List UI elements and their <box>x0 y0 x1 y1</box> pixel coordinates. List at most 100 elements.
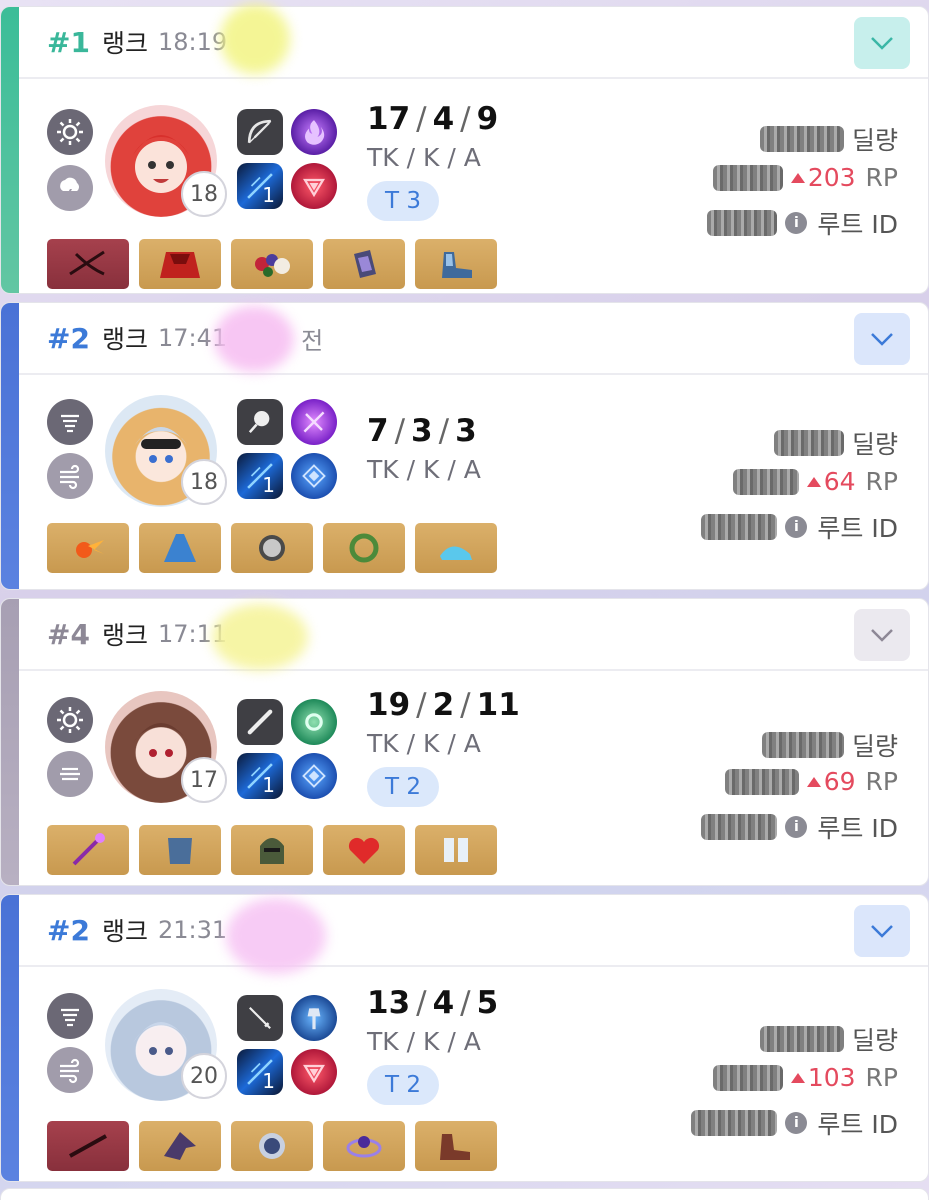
rp-label: RP <box>865 467 898 496</box>
rp-label: RP <box>865 163 898 192</box>
redacted-value <box>712 164 783 191</box>
blue-armor-icon <box>139 825 221 875</box>
knight-helm-icon <box>231 825 313 875</box>
damage-label: 딜량 <box>851 1026 898 1055</box>
expand-button[interactable] <box>854 17 910 69</box>
axe-skill-icon <box>291 995 337 1041</box>
white-boots-icon <box>415 825 497 875</box>
chevron-down-icon <box>871 37 893 50</box>
star-sticker <box>220 4 290 74</box>
rp-change: 203 <box>790 163 856 192</box>
redacted-value <box>761 732 844 758</box>
root-id-line[interactable]: i 루트 ID <box>691 1105 898 1141</box>
info-icon[interactable]: i <box>785 816 808 838</box>
redacted-value <box>691 1110 778 1136</box>
kda-tk: 19 <box>367 687 411 723</box>
root-id-line[interactable]: i 루트 ID <box>707 205 898 241</box>
match-card[interactable]: #1 랭크 18:19 18 1 17/4/9 TK / K / A T 3 딜… <box>0 6 929 294</box>
redacted-value <box>732 468 799 495</box>
fireball-icon <box>47 523 129 573</box>
match-card[interactable]: #2 랭크 21:31 20 1 13/4/5 TK / K / A T 2 딜… <box>0 894 929 1182</box>
kda-a: 3 <box>455 413 477 449</box>
weapon-skill-level: 1 <box>262 1069 275 1093</box>
flower-crown-icon <box>231 239 313 289</box>
rank-label: #4 <box>47 617 90 651</box>
damage-line: 딜량 <box>759 1021 898 1057</box>
flame-heart-icon <box>323 825 405 875</box>
blue-crest-icon <box>291 453 337 499</box>
chevron-down-icon <box>871 629 893 642</box>
rifle-icon <box>47 1121 129 1171</box>
weapon-skill-icon: 1 <box>237 753 283 799</box>
redacted-value <box>701 814 778 840</box>
red-cloak-icon <box>139 239 221 289</box>
character-level: 18 <box>181 171 227 217</box>
kda-score: 13/4/5 <box>367 985 499 1021</box>
rp-label: RP <box>865 767 898 796</box>
chevron-down-icon <box>871 333 893 346</box>
kda-score: 19/2/11 <box>367 687 520 723</box>
combat-boots-icon <box>415 1121 497 1171</box>
rp-line: 203 RP <box>712 163 898 192</box>
match-card[interactable]: #2 랭크 17:41 전 18 1 7/3/3 TK / K / A 딜량 6… <box>0 302 929 590</box>
rank-stripe <box>1 7 19 293</box>
rp-value: 103 <box>807 1063 856 1092</box>
rank-stripe <box>1 895 19 1181</box>
match-header: #4 랭크 17:11 <box>19 599 928 671</box>
tier-badge: T 2 <box>367 767 439 807</box>
redacted-value <box>712 1064 783 1091</box>
rank-stripe <box>1 303 19 589</box>
star-sticker <box>212 604 308 670</box>
character-level: 18 <box>181 459 227 505</box>
kda-k: 4 <box>432 985 455 1021</box>
thunderstorm-icon <box>47 165 93 211</box>
triangle-up-icon <box>790 1072 805 1083</box>
green-ring-skill-icon <box>291 699 337 745</box>
fog-icon <box>47 399 93 445</box>
root-id-label: 루트 ID <box>817 210 898 239</box>
rank-stripe <box>1 599 19 885</box>
expand-button[interactable] <box>854 609 910 661</box>
magnifier-icon <box>237 399 283 445</box>
triangle-up-icon <box>806 776 821 787</box>
next-match-card[interactable] <box>0 1188 929 1200</box>
root-id-line[interactable]: i 루트 ID <box>701 509 898 545</box>
info-icon[interactable]: i <box>785 516 808 538</box>
kda-label: TK / K / A <box>367 1027 481 1056</box>
red-triangle-icon <box>291 1049 337 1095</box>
heart-sticker <box>226 898 326 974</box>
rp-label: RP <box>865 1063 898 1092</box>
redacted-value <box>724 768 799 795</box>
kda-a: 11 <box>476 687 520 723</box>
dark-wing-icon <box>139 1121 221 1171</box>
game-mode: 랭크 <box>101 325 148 354</box>
info-icon[interactable]: i <box>785 1112 808 1134</box>
expand-button[interactable] <box>854 905 910 957</box>
match-time-suffix: 전 <box>301 326 324 355</box>
expand-button[interactable] <box>854 313 910 365</box>
kda-score: 7/3/3 <box>367 413 477 449</box>
rp-line: 64 RP <box>732 467 898 496</box>
kda-label: TK / K / A <box>367 455 481 484</box>
kda-k: 4 <box>432 101 455 137</box>
wind-icon <box>47 1047 93 1093</box>
fog-icon <box>47 993 93 1039</box>
damage-label: 딜량 <box>851 732 898 761</box>
orb-bracelet-icon <box>323 1121 405 1171</box>
scepter-icon <box>47 825 129 875</box>
weapon-skill-level: 1 <box>262 773 275 797</box>
kda-score: 17/4/9 <box>367 101 499 137</box>
root-id-line[interactable]: i 루트 ID <box>701 809 898 845</box>
game-mode: 랭크 <box>101 29 148 58</box>
info-icon[interactable]: i <box>785 212 808 234</box>
chevron-down-icon <box>871 925 893 938</box>
tier-badge: T 2 <box>367 1065 439 1105</box>
weapon-skill-level: 1 <box>262 473 275 497</box>
match-header: #1 랭크 18:19 <box>19 7 928 79</box>
blue-crest-icon <box>291 753 337 799</box>
kda-tk: 13 <box>367 985 411 1021</box>
bow-icon <box>237 109 283 155</box>
match-card[interactable]: #4 랭크 17:11 17 1 19/2/11 TK / K / A T 2 … <box>0 598 929 886</box>
rp-change: 103 <box>790 1063 856 1092</box>
tier-badge: T 3 <box>367 181 439 221</box>
